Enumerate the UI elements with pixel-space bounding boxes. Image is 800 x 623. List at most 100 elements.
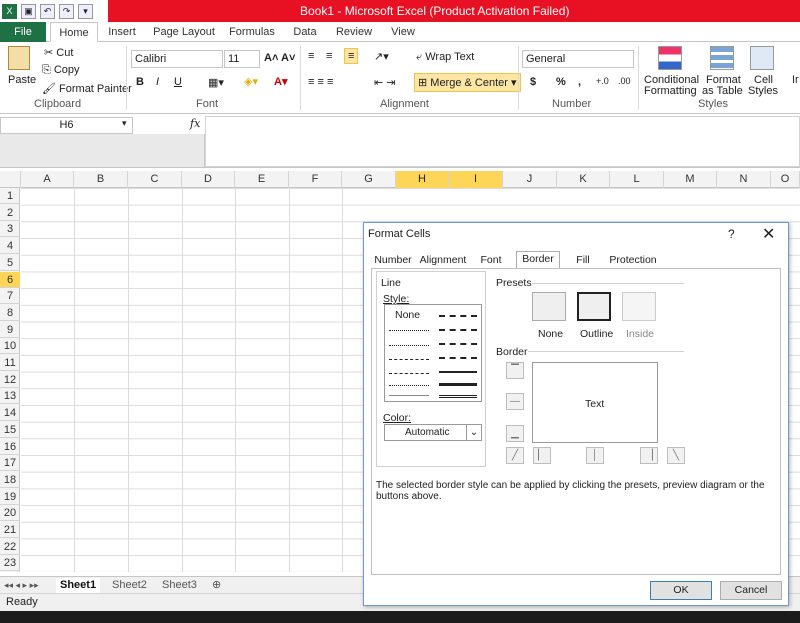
undo-icon[interactable]: ↶	[40, 3, 55, 19]
line-style-option[interactable]	[439, 371, 477, 373]
font-color-icon[interactable]: A▾	[274, 75, 287, 88]
row-header[interactable]: 11	[0, 355, 20, 371]
line-style-option[interactable]	[439, 357, 477, 359]
orientation-icon[interactable]: ↗▾	[374, 50, 389, 63]
format-as-table-icon[interactable]	[710, 46, 734, 70]
row-header[interactable]: 13	[0, 388, 20, 405]
column-header[interactable]: B	[74, 171, 128, 188]
line-style-option[interactable]	[389, 373, 429, 374]
line-style-option[interactable]	[439, 329, 477, 331]
sheet-tab[interactable]: Sheet1	[56, 578, 101, 593]
column-header[interactable]: K	[557, 171, 610, 188]
line-style-option[interactable]	[439, 343, 477, 345]
tab-page-layout[interactable]: Page Layout	[150, 22, 218, 42]
format-painter-button[interactable]: 🖌 Format Painter	[42, 82, 132, 95]
tab-file[interactable]: File	[0, 22, 46, 42]
help-icon[interactable]: ?	[728, 227, 735, 241]
align-left-icon[interactable]: ≡ ≡ ≡	[308, 76, 333, 88]
line-style-option[interactable]	[389, 345, 429, 346]
row-header[interactable]: 15	[0, 422, 20, 438]
tab-insert[interactable]: Insert	[102, 22, 142, 42]
align-middle-icon[interactable]: ≡	[326, 50, 332, 62]
row-header[interactable]: 2	[0, 205, 20, 221]
customize-qat-icon[interactable]: ▾	[78, 3, 93, 19]
preset-none-icon[interactable]	[532, 292, 566, 321]
save-icon[interactable]: ▣	[21, 3, 36, 19]
insert-button[interactable]: Ir	[792, 74, 799, 86]
fill-color-icon[interactable]: ◈▾	[244, 75, 258, 88]
line-style-list[interactable]: None	[384, 304, 482, 402]
row-header[interactable]: 22	[0, 539, 20, 555]
dialog-tab-fill[interactable]: Fill	[568, 253, 598, 268]
row-header[interactable]: 17	[0, 455, 20, 472]
formula-input[interactable]	[205, 116, 800, 167]
column-header-selected[interactable]: H	[396, 171, 449, 188]
insert-function-button[interactable]: fx	[190, 117, 200, 130]
redo-icon[interactable]: ↷	[59, 3, 74, 19]
paste-button[interactable]: Paste	[8, 74, 36, 86]
line-style-none[interactable]: None	[395, 309, 420, 321]
column-header[interactable]: G	[342, 171, 396, 188]
percent-button[interactable]: %	[556, 76, 566, 88]
row-header[interactable]: 20	[0, 505, 20, 522]
currency-button[interactable]: $	[530, 76, 536, 88]
column-header-selected[interactable]: I	[449, 171, 503, 188]
row-header[interactable]: 19	[0, 489, 20, 505]
cut-button[interactable]: ✂ Cut	[44, 46, 73, 59]
border-left-icon[interactable]: ▏	[533, 447, 551, 464]
column-header[interactable]: E	[235, 171, 289, 188]
decrease-decimal-button[interactable]: .00	[618, 76, 631, 86]
font-name-select[interactable]: Calibri	[131, 50, 223, 68]
font-size-select[interactable]: 11	[224, 50, 260, 68]
name-box[interactable]: H6	[0, 117, 133, 134]
dialog-tab-protection[interactable]: Protection	[606, 253, 660, 268]
bold-button[interactable]: B	[136, 76, 144, 88]
dialog-tab-number[interactable]: Number	[374, 253, 412, 268]
row-header[interactable]: 18	[0, 472, 20, 488]
border-diagonal-down-icon[interactable]: ╲	[667, 447, 685, 464]
ok-button[interactable]: OK	[650, 581, 712, 600]
border-top-icon[interactable]: ▔	[506, 362, 524, 379]
column-header[interactable]: O	[771, 171, 800, 188]
underline-button[interactable]: U	[174, 76, 182, 88]
tab-home[interactable]: Home	[50, 22, 98, 42]
align-bottom-icon[interactable]: ≡	[344, 48, 359, 64]
preset-outline-icon[interactable]	[577, 292, 611, 321]
tab-formulas[interactable]: Formulas	[226, 22, 278, 42]
cell-styles-label2[interactable]: Styles	[748, 85, 778, 97]
tab-data[interactable]: Data	[290, 22, 320, 42]
copy-button[interactable]: ⎘ Copy	[42, 64, 80, 77]
border-diagonal-up-icon[interactable]: ╱	[506, 447, 524, 464]
border-preview[interactable]: Text	[532, 362, 658, 443]
borders-icon[interactable]: ▦▾	[208, 76, 224, 89]
column-header[interactable]: F	[289, 171, 342, 188]
row-header[interactable]: 5	[0, 255, 20, 271]
border-center-icon[interactable]: │	[586, 447, 604, 464]
paste-icon[interactable]	[8, 46, 30, 70]
sheet-tab[interactable]: Sheet2	[112, 578, 147, 593]
column-header[interactable]: J	[503, 171, 557, 188]
conditional-formatting-icon[interactable]	[658, 46, 682, 70]
column-header[interactable]: D	[182, 171, 235, 188]
sheet-tab[interactable]: Sheet3	[162, 578, 197, 593]
dialog-tab-alignment[interactable]: Alignment	[418, 253, 468, 268]
row-header[interactable]: 8	[0, 305, 20, 321]
wrap-text-button[interactable]: ⤶ Wrap Text	[416, 51, 474, 64]
column-header[interactable]: M	[664, 171, 717, 188]
increase-decimal-button[interactable]: +.0	[596, 76, 609, 86]
italic-button[interactable]: I	[156, 76, 159, 88]
border-bottom-icon[interactable]: ▁	[506, 425, 524, 442]
align-top-icon[interactable]: ≡	[308, 50, 314, 62]
number-format-select[interactable]: General	[522, 50, 634, 68]
insert-sheet-icon[interactable]: ⊕	[212, 578, 221, 593]
row-header[interactable]: 16	[0, 439, 20, 455]
close-icon[interactable]: ✕	[762, 224, 775, 244]
row-header[interactable]: 9	[0, 322, 20, 338]
column-header[interactable]: L	[610, 171, 664, 188]
dialog-tab-font[interactable]: Font	[476, 253, 506, 268]
row-header[interactable]: 1	[0, 188, 20, 204]
column-header[interactable]: N	[717, 171, 771, 188]
row-header[interactable]: 4	[0, 238, 20, 255]
row-header-selected[interactable]: 6	[0, 271, 20, 288]
line-style-option[interactable]	[389, 395, 429, 396]
